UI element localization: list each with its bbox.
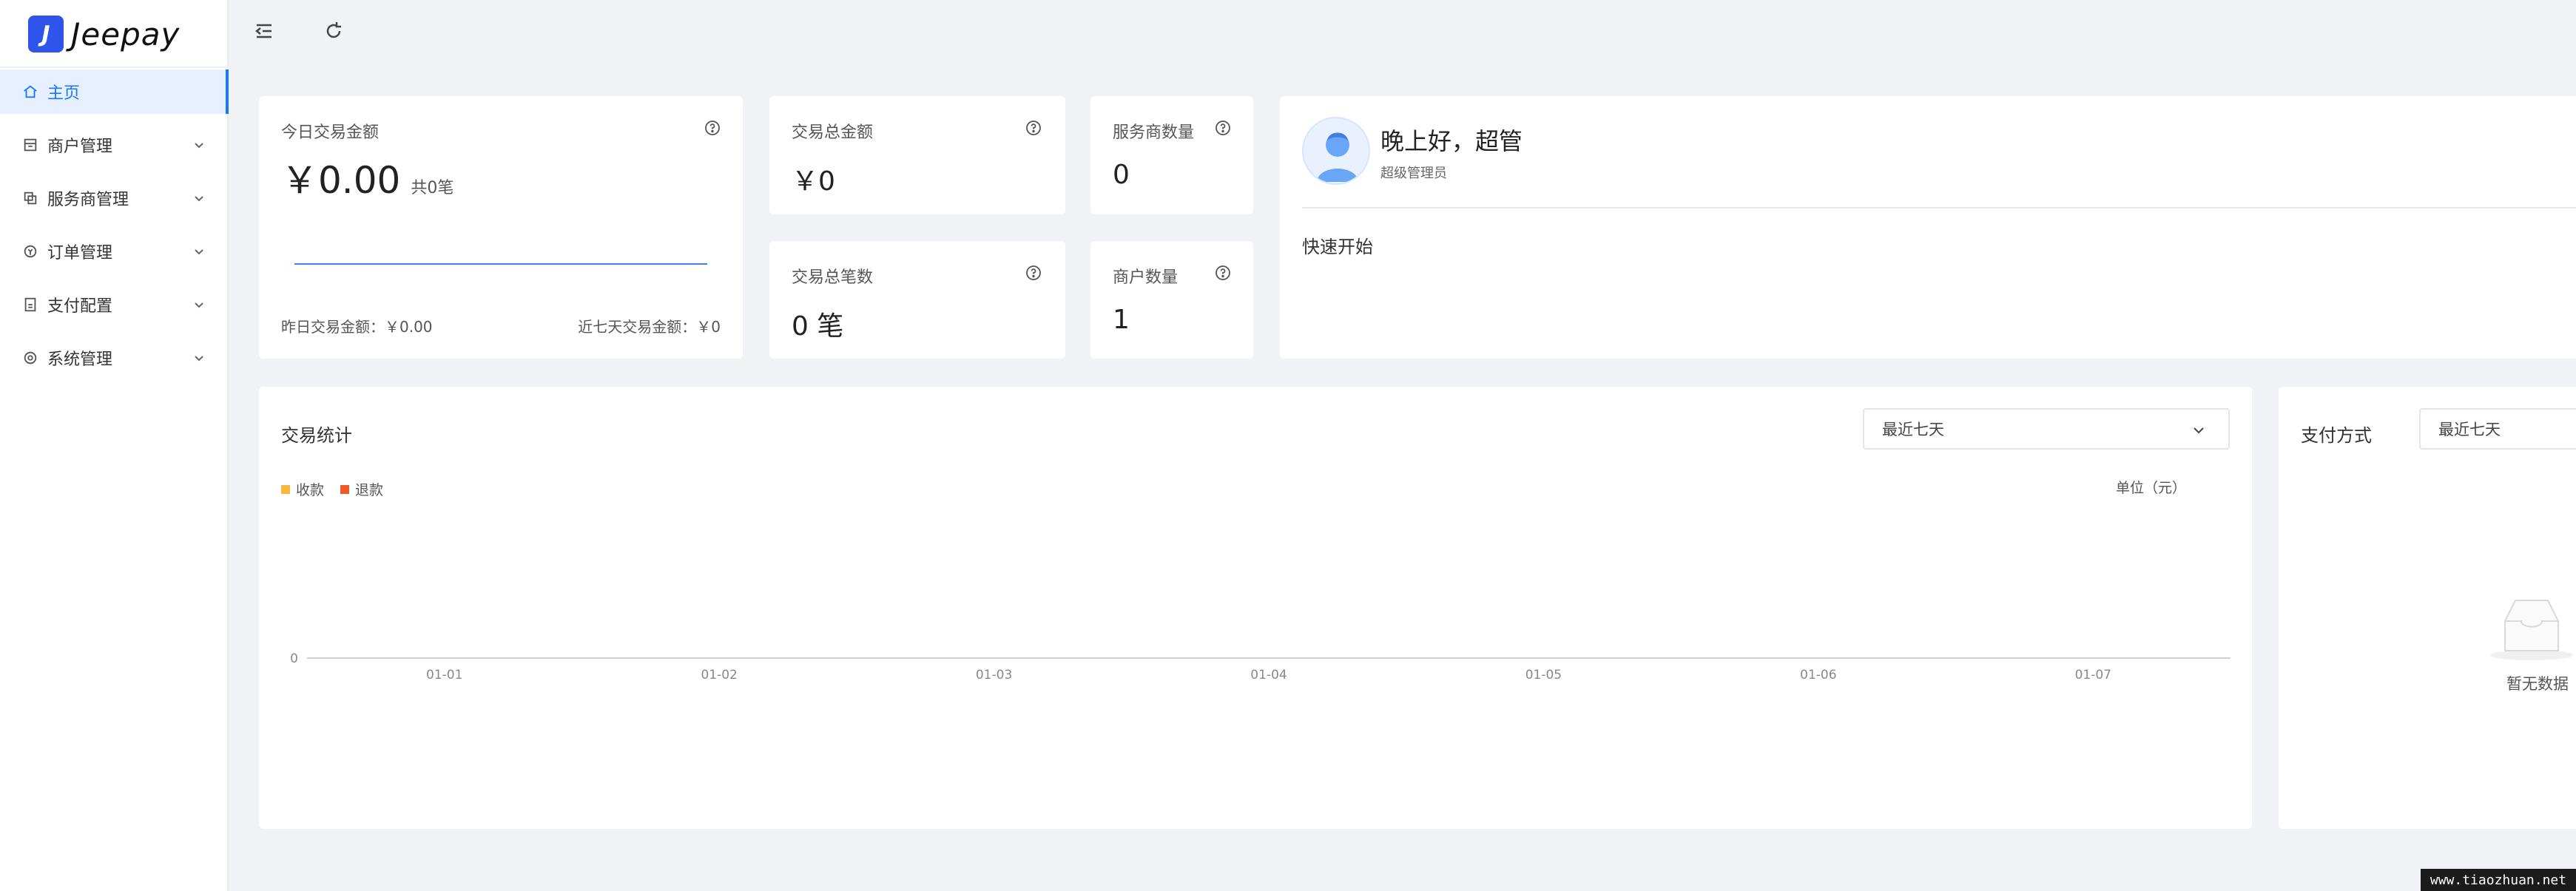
avatar[interactable] [1302, 117, 1370, 185]
legend-swatch-receive [281, 484, 290, 494]
question-circle-icon[interactable] [1215, 120, 1231, 136]
welcome-divider [1302, 207, 2576, 209]
sidebar-item-label: 支付配置 [47, 297, 113, 316]
chevron-down-icon [2194, 427, 2204, 434]
chart-unit-label: 单位（元） [2116, 480, 2187, 496]
sidebar-item-order[interactable]: 订单管理 [0, 229, 227, 274]
question-circle-icon[interactable] [1215, 265, 1231, 281]
provider-count-title: 服务商数量 [1113, 123, 1195, 142]
provider-count-value: 0 [1113, 160, 1130, 190]
chevron-down-icon [195, 143, 203, 149]
provider-count-card: 服务商数量 0 [1090, 96, 1253, 214]
merchant-count-card: 商户数量 1 [1090, 241, 1253, 359]
trade-range-value: 最近七天 [1882, 421, 1944, 438]
chart-legend: 收款 退款 [281, 479, 383, 499]
sidebar-item-system[interactable]: 系统管理 [0, 336, 227, 380]
x-tick-label: 01-01 [426, 668, 462, 682]
total-count-value: 0 笔 [792, 311, 844, 342]
logo-icon: J [28, 16, 64, 52]
total-amount-value: ￥0 [792, 166, 835, 197]
x-tick-label: 01-07 [2075, 668, 2111, 682]
today-trade-count: 共0笔 [411, 179, 454, 197]
chevron-down-icon [195, 356, 203, 362]
question-circle-icon[interactable] [1025, 265, 1042, 281]
quick-start-title: 快速开始 [1302, 237, 1373, 257]
question-circle-icon[interactable] [704, 120, 721, 136]
x-tick-label: 01-03 [976, 668, 1012, 682]
x-tick-label: 01-02 [701, 668, 737, 682]
trade-stats-title: 交易统计 [281, 425, 352, 446]
x-tick-label: 01-05 [1525, 668, 1562, 682]
topbar [230, 0, 2576, 62]
x-tick-label: 01-04 [1250, 668, 1287, 682]
account-book-icon [22, 243, 38, 260]
shop-icon [22, 137, 38, 153]
reload-icon[interactable] [322, 19, 345, 43]
total-amount-card: 交易总金额 ￥0 [769, 96, 1065, 214]
sidebar-item-label: 主页 [47, 84, 81, 103]
watermark: www.tiaozhuan.net [2421, 869, 2576, 891]
sidebar: J Jeepay 主页 商户管理 服务商管理 订单管理 支付配置 系统管理 [0, 0, 229, 891]
sidebar-item-label: 订单管理 [47, 244, 113, 262]
sidebar-item-home[interactable]: 主页 [0, 70, 229, 114]
sidebar-item-label: 服务商管理 [47, 191, 129, 209]
empty-inbox-icon [2490, 600, 2573, 660]
payment-method-card: 支付方式 最近七天 暂无数据 [2279, 387, 2576, 829]
x-tick-label: 01-06 [1800, 668, 1836, 682]
empty-data-text: 暂无数据 [2506, 675, 2569, 693]
total-count-title: 交易总笔数 [792, 268, 874, 287]
sidebar-item-label: 系统管理 [47, 350, 113, 369]
welcome-card: 晚上好，超管 超级管理员 快速开始 [1280, 96, 2576, 359]
total-count-card: 交易总笔数 0 笔 [769, 241, 1065, 359]
logo-divider [0, 67, 229, 68]
today-trade-title: 今日交易金额 [281, 123, 380, 142]
merchant-count-title: 商户数量 [1113, 268, 1179, 287]
trade-chart: 0 01-01 01-02 01-03 01-04 01-05 01-06 01-07 [290, 651, 2231, 682]
payment-range-select[interactable]: 最近七天 [2419, 408, 2576, 450]
legend-label-refund: 退款 [355, 482, 384, 498]
app-root: J Jeepay 主页 商户管理 服务商管理 订单管理 支付配置 系统管理 今日… [0, 0, 2576, 891]
user-avatar-icon [1317, 132, 1358, 182]
trade-range-select[interactable]: 最近七天 [1863, 408, 2230, 450]
trade-stats-card: 交易统计 最近七天 收款 退款 单位（元） 0 01-01 01-02 01-03 01… [259, 387, 2252, 829]
setting-icon [22, 350, 38, 366]
today-trade-card: 今日交易金额 ￥0.00 共0笔 昨日交易金额：￥0.00 近七天交易金额：￥0 [259, 96, 743, 359]
y-tick-label: 0 [290, 651, 298, 666]
sidebar-item-payment-config[interactable]: 支付配置 [0, 282, 227, 327]
sidebar-menu: 主页 商户管理 服务商管理 订单管理 支付配置 系统管理 [0, 70, 229, 389]
today-trade-amount: ￥0.00 [281, 159, 401, 202]
file-icon [22, 297, 38, 313]
sidebar-item-label: 商户管理 [47, 138, 113, 156]
payment-method-title: 支付方式 [2301, 425, 2372, 446]
copy-icon [22, 190, 38, 206]
total-amount-title: 交易总金额 [792, 123, 874, 142]
sidebar-item-merchant[interactable]: 商户管理 [0, 123, 227, 167]
today-trade-amount-row: ￥0.00 共0笔 [281, 151, 454, 204]
question-circle-icon[interactable] [1025, 120, 1042, 136]
today-trend-line [294, 263, 707, 265]
legend-label-receive: 收款 [296, 482, 325, 498]
welcome-title: 晚上好，超管 [1380, 127, 1523, 155]
yesterday-trade-amount: 昨日交易金额：￥0.00 [281, 318, 433, 336]
chevron-down-icon [195, 302, 203, 308]
chevron-down-icon [195, 249, 203, 255]
home-icon [22, 84, 38, 100]
brand-name: Jeepay [71, 16, 181, 52]
logo[interactable]: J Jeepay [28, 13, 180, 55]
menu-fold-icon[interactable] [252, 19, 276, 43]
sidebar-item-provider[interactable]: 服务商管理 [0, 176, 227, 220]
last7-trade-amount: 近七天交易金额：￥0 [578, 318, 721, 336]
welcome-role: 超级管理员 [1380, 166, 1447, 181]
merchant-count-value: 1 [1113, 305, 1130, 335]
payment-range-value: 最近七天 [2438, 421, 2501, 438]
legend-swatch-refund [340, 484, 350, 494]
chevron-down-icon [195, 196, 203, 202]
